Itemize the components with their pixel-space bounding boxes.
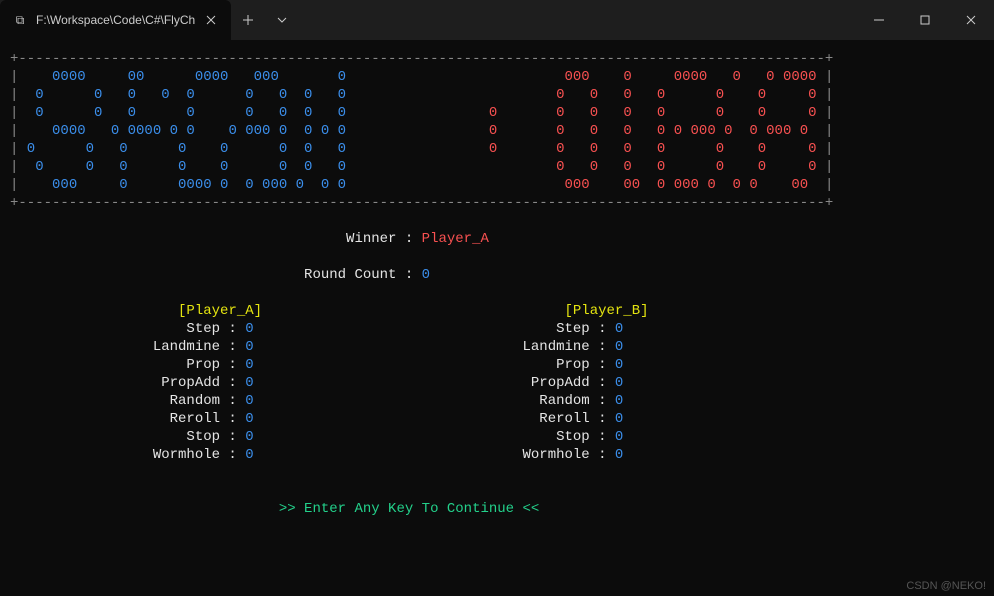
minimize-button[interactable] xyxy=(856,0,902,40)
new-tab-button[interactable] xyxy=(231,0,265,40)
tab-close-button[interactable] xyxy=(203,12,219,28)
terminal-icon: ⧉ xyxy=(12,12,28,28)
titlebar: ⧉ F:\Workspace\Code\C#\FlyCh xyxy=(0,0,994,40)
tab-dropdown-button[interactable] xyxy=(265,0,299,40)
active-tab[interactable]: ⧉ F:\Workspace\Code\C#\FlyCh xyxy=(0,0,231,40)
maximize-button[interactable] xyxy=(902,0,948,40)
tab-title: F:\Workspace\Code\C#\FlyCh xyxy=(36,13,195,27)
watermark: CSDN @NEKO! xyxy=(906,580,986,592)
close-window-button[interactable] xyxy=(948,0,994,40)
terminal-output[interactable]: +---------------------------------------… xyxy=(0,40,994,518)
